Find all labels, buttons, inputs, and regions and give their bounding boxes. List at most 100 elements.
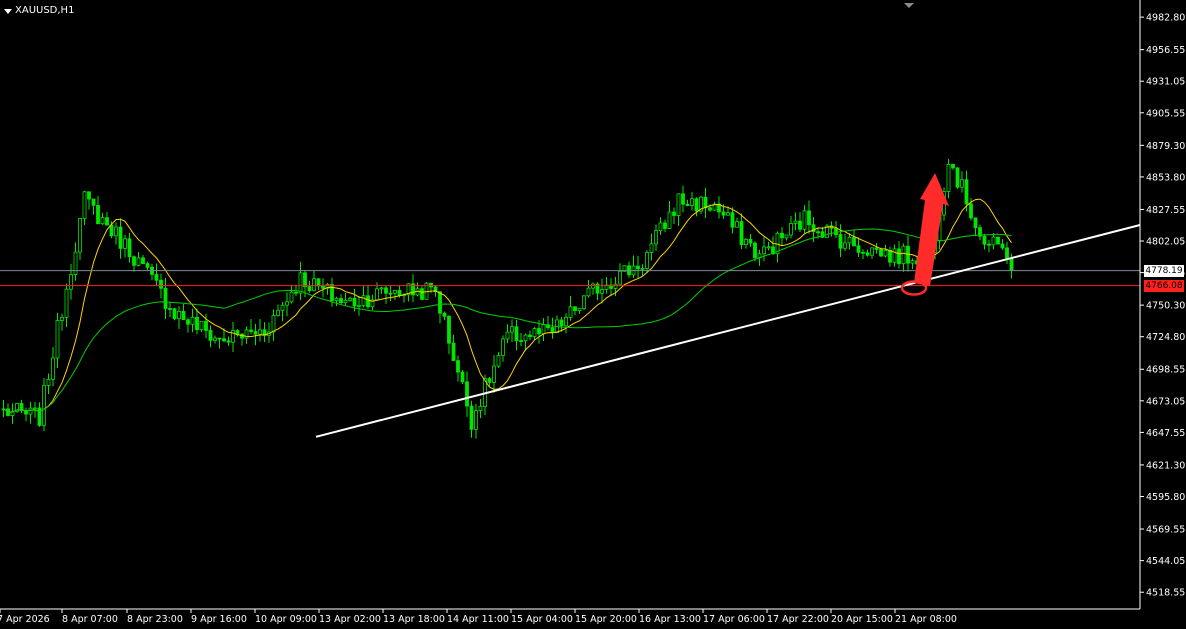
x-tick-label: 16 Apr 13:00 bbox=[639, 614, 701, 625]
candle-body bbox=[163, 287, 168, 309]
candle-body bbox=[96, 204, 100, 225]
candle-body bbox=[784, 234, 789, 239]
candle-body bbox=[708, 207, 712, 211]
candle-body bbox=[951, 163, 955, 169]
candle-body bbox=[690, 198, 694, 206]
candle-body bbox=[501, 338, 505, 356]
candle-body bbox=[654, 230, 658, 245]
candle-body bbox=[541, 324, 546, 335]
y-tick-label: 4931.05 bbox=[1146, 77, 1185, 88]
candle-body bbox=[973, 217, 978, 228]
candle-body bbox=[888, 249, 892, 263]
candle-body bbox=[528, 334, 532, 338]
candle-body bbox=[78, 218, 82, 253]
y-tick-label: 4879.30 bbox=[1146, 141, 1185, 152]
candle-body bbox=[204, 320, 208, 331]
candle-body bbox=[969, 203, 973, 219]
candle-body bbox=[721, 211, 726, 216]
candle-body bbox=[870, 247, 874, 256]
candle-body bbox=[190, 316, 195, 325]
candle-body bbox=[285, 301, 289, 306]
candle-body bbox=[532, 328, 537, 338]
candle-body bbox=[64, 288, 69, 318]
candle-body bbox=[726, 212, 730, 216]
candle-body bbox=[694, 198, 699, 212]
symbol-title[interactable]: XAUUSD,H1 bbox=[4, 5, 74, 16]
candle-body bbox=[559, 319, 564, 327]
candle-body bbox=[856, 245, 861, 253]
candle-body bbox=[154, 274, 159, 281]
candle-body bbox=[946, 163, 951, 192]
candle-body bbox=[28, 407, 33, 415]
candle-body bbox=[177, 310, 181, 320]
candle-body bbox=[60, 316, 64, 321]
candle-body bbox=[172, 308, 177, 320]
x-tick-label: 10 Apr 09:00 bbox=[255, 614, 317, 625]
candle-body bbox=[271, 315, 276, 333]
candle-body bbox=[109, 224, 114, 237]
candle-body bbox=[640, 267, 645, 270]
candle-body bbox=[685, 203, 690, 206]
y-tick-label: 4673.05 bbox=[1146, 396, 1185, 407]
candle-body bbox=[478, 406, 483, 412]
candle-body bbox=[762, 246, 766, 255]
y-tick-label: 4724.80 bbox=[1146, 332, 1185, 343]
y-tick-label: 4569.55 bbox=[1146, 525, 1185, 536]
chevron-down-icon[interactable] bbox=[4, 8, 12, 14]
x-tick-label: 13 Apr 18:00 bbox=[383, 614, 445, 625]
price-chart[interactable]: 4982.80 4956.55 4931.05 4905.55 4879.30 4853.… bbox=[0, 0, 1186, 629]
candle-body bbox=[460, 371, 465, 383]
candle-body bbox=[600, 289, 604, 294]
candle-body bbox=[343, 300, 348, 304]
candle-body bbox=[1000, 243, 1005, 249]
candle-body bbox=[280, 304, 285, 311]
x-tick-label: 17 Apr 06:00 bbox=[703, 614, 765, 625]
candle-body bbox=[195, 316, 199, 331]
candle-body bbox=[105, 217, 109, 226]
candle-body bbox=[87, 191, 91, 200]
candle-body bbox=[276, 309, 280, 316]
candle-body bbox=[186, 319, 190, 325]
x-tick-label: 7 Apr 2026 bbox=[0, 614, 50, 625]
candle-body bbox=[874, 247, 879, 250]
candle-body bbox=[465, 381, 469, 407]
level-price-tag: 4766.08 bbox=[1144, 279, 1184, 292]
candle-body bbox=[307, 286, 312, 292]
candle-body bbox=[447, 315, 451, 344]
candle-body bbox=[159, 279, 163, 289]
candle-body bbox=[1005, 247, 1009, 259]
candle-body bbox=[658, 222, 663, 232]
candle-body bbox=[735, 221, 739, 228]
x-tick-label: 13 Apr 02:00 bbox=[319, 614, 381, 625]
candle-body bbox=[258, 329, 262, 335]
candle-body bbox=[231, 330, 235, 343]
candle-body bbox=[492, 365, 496, 383]
candle-body bbox=[798, 220, 802, 230]
x-tick-label: 9 Apr 16:00 bbox=[191, 614, 247, 625]
candle-body bbox=[636, 265, 640, 270]
candle-body bbox=[897, 248, 901, 265]
candle-body bbox=[1009, 257, 1014, 271]
candle-body bbox=[987, 243, 991, 246]
candle-body bbox=[118, 226, 123, 249]
candle-body bbox=[438, 291, 442, 314]
candle-body bbox=[420, 288, 424, 300]
candle-body bbox=[537, 328, 541, 335]
x-tick-label: 15 Apr 04:00 bbox=[511, 614, 573, 625]
candle-body bbox=[357, 305, 361, 307]
candle-body bbox=[807, 210, 811, 226]
y-tick-label: 4827.55 bbox=[1146, 205, 1185, 216]
candle-body bbox=[982, 235, 987, 245]
candle-body bbox=[397, 290, 402, 296]
candle-body bbox=[586, 287, 591, 297]
candle-body bbox=[222, 338, 226, 342]
candle-body bbox=[577, 308, 582, 311]
candle-body bbox=[496, 354, 501, 367]
candle-body bbox=[388, 292, 393, 295]
candle-body bbox=[910, 260, 915, 264]
x-tick-label: 15 Apr 20:00 bbox=[575, 614, 637, 625]
candle-body bbox=[645, 251, 649, 269]
candle-body bbox=[672, 211, 676, 216]
candle-body bbox=[591, 283, 595, 289]
candle-body bbox=[748, 239, 753, 244]
